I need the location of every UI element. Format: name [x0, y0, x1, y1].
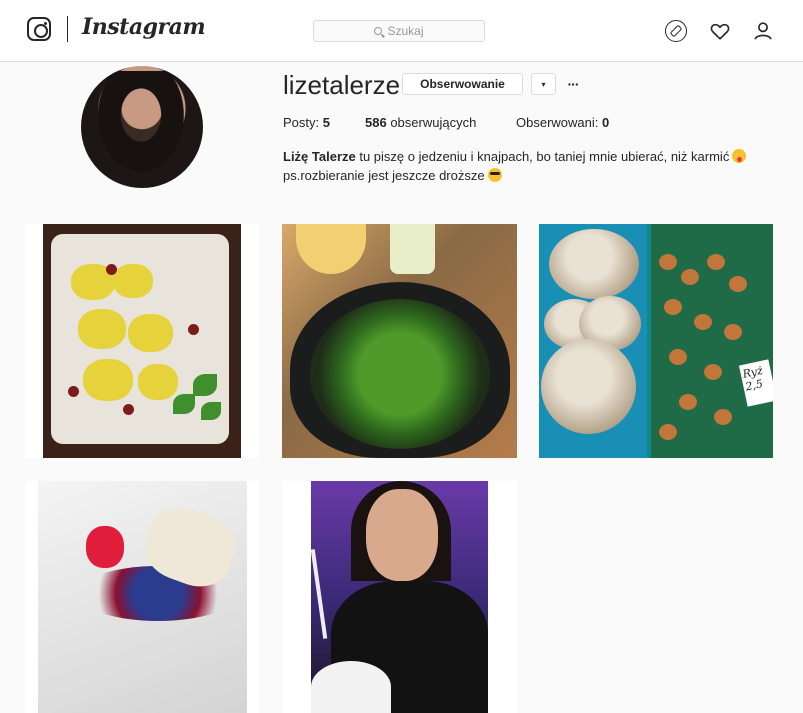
face [366, 489, 438, 581]
sorbet [86, 526, 124, 568]
following-stat[interactable]: Obserwowani: 0 [516, 115, 609, 130]
mushroom [659, 254, 677, 270]
soup-bowl [311, 661, 391, 713]
post-ravioli[interactable] [25, 224, 259, 458]
herb-leaf [173, 394, 195, 414]
fries-cup [296, 224, 366, 274]
dumpling [78, 309, 126, 349]
post-mushrooms[interactable]: Ryż 2,5 [539, 224, 773, 458]
herb-leaf [201, 402, 221, 420]
more-icon[interactable]: ··· [566, 73, 580, 95]
mushroom [714, 409, 732, 425]
post-photo [43, 224, 241, 458]
compass-icon[interactable] [665, 20, 687, 42]
bio-line-2: ps.rozbieranie jest jeszcze droższe [283, 168, 485, 183]
dumpling [113, 264, 153, 298]
dropdown-icon[interactable]: ▾ [531, 73, 556, 95]
bio-name: Liżę Talerze [283, 149, 356, 164]
posts-stat: Posty: 5 [283, 115, 330, 130]
winking-tongue-emoji-icon [732, 149, 747, 163]
post-photo [310, 481, 488, 713]
followers-label: obserwujących [390, 115, 477, 130]
dumpling [83, 359, 133, 401]
berry [68, 386, 79, 397]
herbs-topping [310, 299, 490, 449]
mushroom [704, 364, 722, 380]
posts-count: 5 [322, 115, 330, 130]
following-button[interactable]: Obserwowanie [402, 73, 523, 95]
mushroom [694, 314, 712, 330]
following-count: 0 [602, 115, 610, 130]
avatar[interactable] [81, 66, 203, 188]
nav-divider [67, 16, 68, 42]
mushroom [724, 324, 742, 340]
mushroom [679, 394, 697, 410]
post-photo [282, 224, 517, 458]
herb-leaf [193, 374, 217, 396]
top-navigation: Instagram Szukaj [0, 0, 803, 62]
bio-line-1: tu piszę o jedzeniu i knajpach, bo tanie… [355, 149, 730, 164]
person-icon[interactable] [752, 20, 774, 42]
post-dessert[interactable] [25, 481, 259, 713]
post-selfie[interactable] [282, 481, 517, 713]
avatar-photo [91, 71, 191, 181]
post-photo [38, 481, 247, 713]
search-placeholder: Szukaj [387, 24, 424, 38]
dumpling [138, 364, 178, 400]
mushroom-cap [541, 339, 636, 434]
followers-stat[interactable]: 586 obserwujących [365, 115, 476, 130]
mushroom [659, 424, 677, 440]
search-icon [374, 27, 383, 35]
mushroom [669, 349, 687, 365]
berry [188, 324, 199, 335]
mushroom [664, 299, 682, 315]
sunglasses-emoji-icon [487, 168, 502, 182]
mushroom [681, 269, 699, 285]
profile-bio: Liżę Talerze tu piszę o jedzeniu i knajp… [283, 147, 783, 185]
search-input[interactable]: Szukaj [313, 20, 485, 42]
mushroom-cap [549, 229, 639, 299]
post-photo: Ryż 2,5 [539, 224, 773, 458]
mushroom [729, 276, 747, 292]
mushroom [707, 254, 725, 270]
beer-glass [390, 224, 435, 274]
dumpling [128, 314, 173, 352]
post-mussels[interactable] [282, 224, 517, 458]
posts-label: Posty: [283, 115, 320, 130]
berry [123, 404, 134, 415]
instagram-wordmark[interactable]: Instagram [82, 14, 206, 40]
following-label: Obserwowani: [516, 115, 599, 130]
berry [106, 264, 117, 275]
heart-icon[interactable] [709, 20, 731, 42]
chopsticks [310, 549, 328, 639]
followers-count: 586 [365, 115, 387, 130]
profile-username: lizetalerze [283, 70, 401, 100]
instagram-icon[interactable] [27, 17, 51, 41]
